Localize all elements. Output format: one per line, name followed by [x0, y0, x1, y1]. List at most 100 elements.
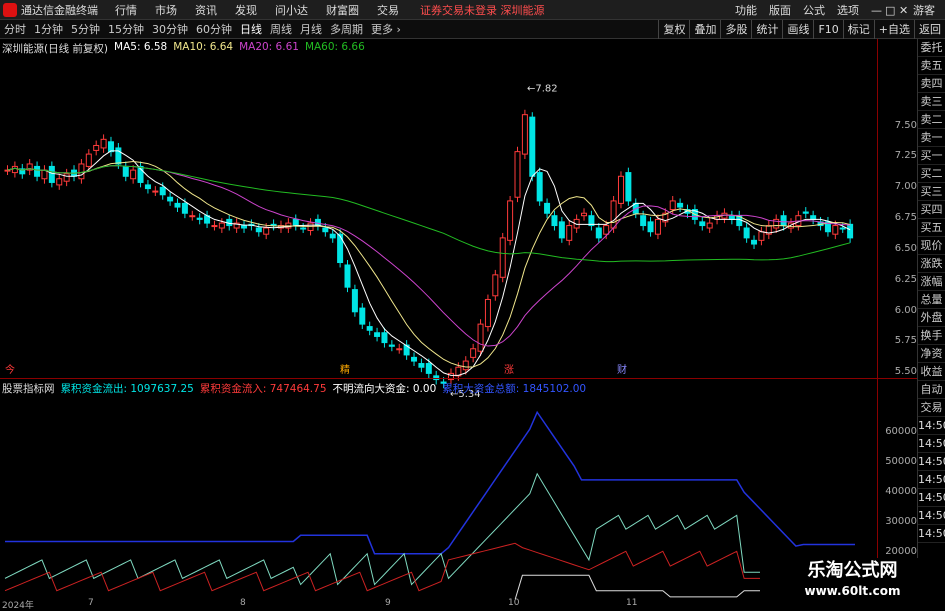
panel-item[interactable]: 14:50	[918, 435, 945, 453]
panel-item[interactable]: 涨跌	[918, 255, 945, 273]
panel-item[interactable]: 14:50	[918, 507, 945, 525]
candle	[728, 215, 735, 220]
adjust-button[interactable]: 复权	[658, 20, 689, 39]
period-weekly[interactable]: 周线	[266, 21, 296, 37]
panel-item[interactable]: 换手	[918, 327, 945, 345]
candle	[677, 202, 684, 208]
period-daily[interactable]: 日线	[236, 21, 266, 37]
panel-item[interactable]: 买五	[918, 219, 945, 237]
candle	[521, 114, 528, 155]
f10-button[interactable]: F10	[813, 20, 842, 39]
panel-item[interactable]: 14:50	[918, 471, 945, 489]
panel-item[interactable]: 涨幅	[918, 273, 945, 291]
candle	[174, 202, 181, 208]
panel-item[interactable]: 14:50	[918, 489, 945, 507]
panel-item[interactable]: 交易	[918, 399, 945, 417]
candle	[507, 200, 514, 241]
panel-item[interactable]: 自动	[918, 381, 945, 399]
candle	[381, 332, 388, 344]
menu-ask[interactable]: 问小达	[266, 2, 317, 18]
period-multi[interactable]: 多周期	[326, 21, 367, 37]
panel-item[interactable]: 卖三	[918, 93, 945, 111]
mark-button[interactable]: 标记	[842, 20, 874, 39]
candle	[654, 218, 661, 235]
period-60min[interactable]: 60分钟	[192, 21, 236, 37]
candle	[839, 227, 846, 230]
candle	[617, 175, 624, 204]
panel-item[interactable]: 净资	[918, 345, 945, 363]
price-tick: 6.00	[894, 305, 917, 316]
panel-item[interactable]: 14:50	[918, 525, 945, 543]
menu-news[interactable]: 资讯	[186, 2, 226, 18]
multi-stock-button[interactable]: 多股	[720, 20, 751, 39]
period-monthly[interactable]: 月线	[296, 21, 326, 37]
stats-button[interactable]: 统计	[751, 20, 782, 39]
indicator-big: 累积大资金总额: 1845102.00	[442, 383, 587, 395]
login-notice[interactable]: 证券交易未登录 深圳能源	[420, 2, 545, 18]
overlay-button[interactable]: 叠加	[689, 20, 720, 39]
panel-item[interactable]: 卖一	[918, 129, 945, 147]
candle	[544, 202, 551, 214]
panel-item[interactable]: 卖二	[918, 111, 945, 129]
kline-chart[interactable]: ←7.82←5.34今精涨财	[0, 39, 877, 599]
menu-quotes[interactable]: 行情	[106, 2, 146, 18]
indicator-name: 股票指标网	[2, 383, 55, 395]
panel-item[interactable]: 14:50	[918, 417, 945, 435]
panel-item[interactable]: 委托	[918, 39, 945, 57]
app-logo-icon	[3, 2, 17, 17]
price-tick: 5.75	[894, 335, 917, 346]
watermark-url: www.60lt.com	[804, 584, 901, 598]
period-15min[interactable]: 15分钟	[104, 21, 148, 37]
candle	[255, 227, 262, 233]
back-button[interactable]: 返回	[914, 20, 945, 39]
period-1min[interactable]: 1分钟	[30, 21, 67, 37]
minimize-icon[interactable]: —	[865, 4, 882, 17]
panel-item[interactable]: 买二	[918, 165, 945, 183]
candle	[832, 225, 839, 235]
app-name: 通达信金融终端	[21, 3, 98, 17]
panel-item[interactable]: 收益	[918, 363, 945, 381]
candle	[56, 178, 63, 186]
panel-item[interactable]: 外盘	[918, 309, 945, 327]
panel-item[interactable]: 卖五	[918, 57, 945, 75]
toolbar-right-buttons: 复权 叠加 多股 统计 画线 F10 标记 +自选 返回	[658, 20, 945, 39]
panel-item[interactable]: 总量	[918, 291, 945, 309]
candle	[751, 239, 758, 245]
candle	[566, 225, 573, 241]
period-5min[interactable]: 5分钟	[67, 21, 104, 37]
menu-discover[interactable]: 发现	[226, 2, 266, 18]
candle	[396, 348, 403, 351]
panel-item[interactable]: 卖四	[918, 75, 945, 93]
panel-item[interactable]: 14:50	[918, 453, 945, 471]
menu-options[interactable]: 选项	[831, 2, 865, 18]
price-tick: 7.25	[894, 150, 917, 161]
guest-label[interactable]: 游客	[907, 2, 941, 18]
panel-item[interactable]: 买三	[918, 183, 945, 201]
menu-wealth[interactable]: 财富圈	[317, 2, 368, 18]
menu-function[interactable]: 功能	[729, 2, 763, 18]
draw-button[interactable]: 画线	[782, 20, 813, 39]
maximize-icon[interactable]: □	[879, 4, 895, 17]
period-30min[interactable]: 30分钟	[148, 21, 192, 37]
period-more[interactable]: 更多 ›	[367, 21, 405, 37]
panel-item[interactable]: 买四	[918, 201, 945, 219]
add-watchlist-button[interactable]: +自选	[873, 20, 914, 39]
candle	[810, 215, 817, 220]
period-timeshare[interactable]: 分时	[0, 21, 30, 37]
menu-market[interactable]: 市场	[146, 2, 186, 18]
candle	[374, 332, 381, 337]
candle	[152, 190, 159, 193]
panel-item[interactable]: 买一	[918, 147, 945, 165]
candle	[610, 200, 617, 229]
menu-formula[interactable]: 公式	[797, 2, 831, 18]
close-icon[interactable]: ✕	[893, 4, 908, 17]
main-menu: 行情 市场 资讯 发现 问小达 财富圈 交易	[106, 2, 408, 18]
candle	[514, 151, 521, 198]
event-marker: 涨	[504, 364, 514, 376]
indicator-out: 累积资金流出: 1097637.25	[60, 383, 194, 395]
price-tick: 7.50	[894, 120, 917, 131]
panel-item[interactable]: 现价	[918, 237, 945, 255]
menu-trade[interactable]: 交易	[368, 2, 408, 18]
candle	[344, 264, 351, 288]
menu-layout[interactable]: 版面	[763, 2, 797, 18]
